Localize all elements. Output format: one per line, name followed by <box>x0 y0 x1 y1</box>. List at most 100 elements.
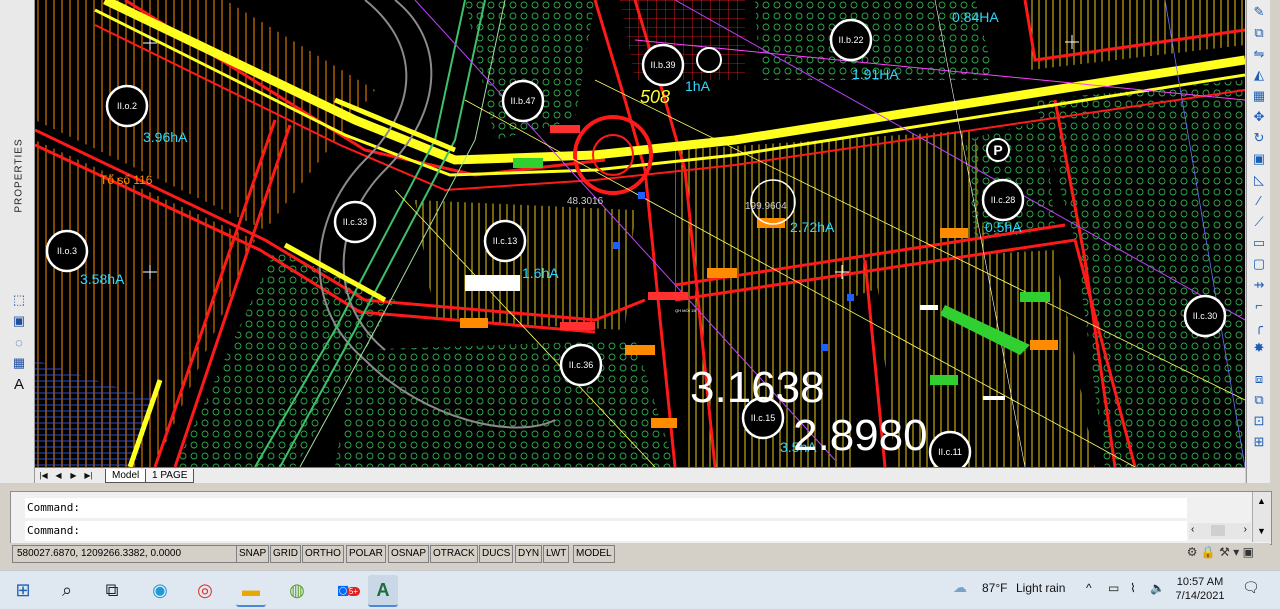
grid-toggle[interactable]: GRID <box>270 545 301 563</box>
clock-time: 10:57 AM <box>1176 576 1224 588</box>
weather-temperature[interactable]: 87°F <box>982 581 1007 595</box>
fillet-arc-icon[interactable]: ╭ <box>1248 317 1270 336</box>
offset-icon[interactable]: ◭ <box>1248 65 1270 84</box>
scroll-right-icon[interactable]: › <box>1244 524 1247 535</box>
command-input-line[interactable]: Command: <box>25 521 1187 541</box>
area-label: 1.6hA <box>522 265 559 281</box>
area-label: 3.96hA <box>143 129 188 145</box>
tray-settings-icon[interactable]: ⚒ <box>1219 545 1230 559</box>
break-icon[interactable]: ▭ <box>1248 233 1270 252</box>
scroll-down-icon[interactable]: ▼ <box>1257 526 1266 536</box>
search-icon[interactable]: ⌕ <box>52 575 82 605</box>
file-explorer-icon[interactable]: ▬ <box>236 575 266 607</box>
scroll-up-icon[interactable]: ▲ <box>1257 496 1266 506</box>
polar-toggle[interactable]: POLAR <box>346 545 386 563</box>
weather-cloud-icon[interactable]: ☁ <box>953 579 967 596</box>
draworder-below-icon[interactable]: ⊞ <box>1248 432 1270 451</box>
move-icon[interactable]: ✥ <box>1248 107 1270 126</box>
separator <box>0 483 1270 491</box>
draworder-front-icon[interactable]: ⧈ <box>1248 369 1270 388</box>
join-icon[interactable]: ▢ <box>1248 254 1270 273</box>
model-toggle[interactable]: MODEL <box>573 545 615 563</box>
task-view-icon[interactable]: ⧉ <box>97 575 127 605</box>
fillet-icon[interactable]: ⌐ <box>1248 296 1270 315</box>
stretch-icon[interactable]: ◺ <box>1248 170 1270 189</box>
parcel-id-label: II.o.3 <box>57 246 77 256</box>
tab-model[interactable]: Model <box>105 469 147 483</box>
prev-layout-button[interactable]: ◀ <box>52 470 65 481</box>
otrack-toggle[interactable]: OTRACK <box>430 545 478 563</box>
parcel-id-label: II.c.28 <box>991 195 1016 205</box>
osnap-toggle[interactable]: OSNAP <box>388 545 430 563</box>
parcel-id-label: II.c.30 <box>1193 311 1218 321</box>
trim-icon[interactable]: ⁄ <box>1248 191 1270 210</box>
ducs-toggle[interactable]: DUCS <box>479 545 514 563</box>
zalo-icon[interactable]: ◙ 5+ <box>328 575 360 605</box>
model-space-canvas[interactable]: II.o.2 II.o.3 II.c.33 II.b.39 II.b.47 II… <box>35 0 1245 467</box>
first-layout-button[interactable]: |◀ <box>37 470 50 481</box>
status-tray: ⚙ 🔒 ⚒ ▾ ▣ <box>1187 545 1254 559</box>
greenshot-icon[interactable]: ◍ <box>282 575 312 605</box>
last-layout-button[interactable]: ▶| <box>82 470 95 481</box>
ortho-toggle[interactable]: ORTHO <box>302 545 344 563</box>
command-vertical-scrollbar[interactable]: ▲ ▼ <box>1252 492 1271 542</box>
windows-taskbar: ⊞ ⌕ ⧉ ◉ ◎ ▬ ◍ ◙ 5+ A ☁ 87°F Light rain ^ … <box>0 570 1280 609</box>
weather-condition[interactable]: Light rain <box>1016 581 1065 595</box>
lock-icon[interactable]: 🔒 <box>1201 545 1216 559</box>
dimension-text: 508 <box>640 87 670 107</box>
edge-browser-icon[interactable]: ◉ <box>145 575 175 605</box>
copy-icon[interactable]: ⧉ <box>1248 23 1270 42</box>
dimension-text: 199.9604 <box>745 201 787 212</box>
volume-icon[interactable]: 🔈 <box>1150 581 1165 595</box>
parcel-id-label: II.c.33 <box>343 217 368 227</box>
array-icon[interactable]: ▦ <box>1248 86 1270 105</box>
notification-badge: 5+ <box>346 587 360 596</box>
area-label: 2.72hA <box>790 219 835 235</box>
parcel-id-label: II.b.47 <box>510 96 535 106</box>
command-horizontal-scrollbar[interactable]: ‹ › <box>1189 523 1251 539</box>
big-dimension-text: 2.8980 <box>793 411 928 460</box>
battery-icon[interactable]: ▭ <box>1108 581 1119 595</box>
hatch-tool-icon[interactable]: ▣ <box>8 311 30 331</box>
communication-center-icon[interactable]: ⚙ <box>1187 545 1198 559</box>
erase-icon[interactable]: ✎ <box>1248 2 1270 21</box>
region-tool-icon[interactable]: ⬚ <box>8 290 30 310</box>
lwt-toggle[interactable]: LWT <box>543 545 570 563</box>
rotate-icon[interactable]: ↻ <box>1248 128 1270 147</box>
command-history-line: Command: <box>25 498 1187 518</box>
chrome-browser-icon[interactable]: ◎ <box>190 575 220 605</box>
gradient-tool-icon[interactable]: ◌ <box>8 332 30 352</box>
area-label: 0.5hA <box>985 219 1022 235</box>
autocad-app-icon[interactable]: A <box>368 575 398 607</box>
clean-screen-icon[interactable]: ▣ <box>1243 545 1254 559</box>
cad-drawing: II.o.2 II.o.3 II.c.33 II.b.39 II.b.47 II… <box>35 0 1245 467</box>
windows-start-icon[interactable]: ⊞ <box>8 575 38 605</box>
system-clock[interactable]: 10:57 AM 7/14/2021 <box>1170 575 1230 603</box>
parcel-id-label: II.o.2 <box>117 101 137 111</box>
mtext-tool-icon[interactable]: A <box>8 374 30 394</box>
draworder-above-icon[interactable]: ⊡ <box>1248 411 1270 430</box>
scroll-left-icon[interactable]: ‹ <box>1191 524 1194 535</box>
properties-palette-tab[interactable]: PROPERTIES <box>14 138 25 212</box>
scroll-thumb[interactable] <box>1211 525 1225 536</box>
chamfer-icon[interactable]: ⇸ <box>1248 275 1270 294</box>
menu-arrow-icon[interactable]: ▾ <box>1233 545 1239 559</box>
show-hidden-icons-icon[interactable]: ^ <box>1086 581 1092 595</box>
left-tool-column: ⬚ ▣ ◌ ▦ A <box>8 290 32 395</box>
extend-icon[interactable]: ⟋ <box>1248 212 1270 231</box>
table-tool-icon[interactable]: ▦ <box>8 353 30 373</box>
dyn-toggle[interactable]: DYN <box>515 545 543 563</box>
tab-1-page[interactable]: 1 PAGE <box>145 469 195 483</box>
snap-toggle[interactable]: SNAP <box>236 545 270 563</box>
cursor-coordinates: 580027.6870, 1209266.3382, 0.0000 <box>12 545 240 563</box>
notification-center-icon[interactable]: 🗨 <box>1242 579 1260 596</box>
wifi-icon[interactable]: ⌇ <box>1130 581 1136 595</box>
left-palette-strip <box>0 0 35 490</box>
area-label: 3.58hA <box>80 271 125 287</box>
clock-date: 7/14/2021 <box>1175 590 1225 602</box>
scale-icon[interactable]: ▣ <box>1248 149 1270 168</box>
explode-icon[interactable]: ✸ <box>1248 338 1270 357</box>
mirror-icon[interactable]: ⇋ <box>1248 44 1270 63</box>
next-layout-button[interactable]: ▶ <box>67 470 80 481</box>
draworder-back-icon[interactable]: ⧉ <box>1248 390 1270 409</box>
